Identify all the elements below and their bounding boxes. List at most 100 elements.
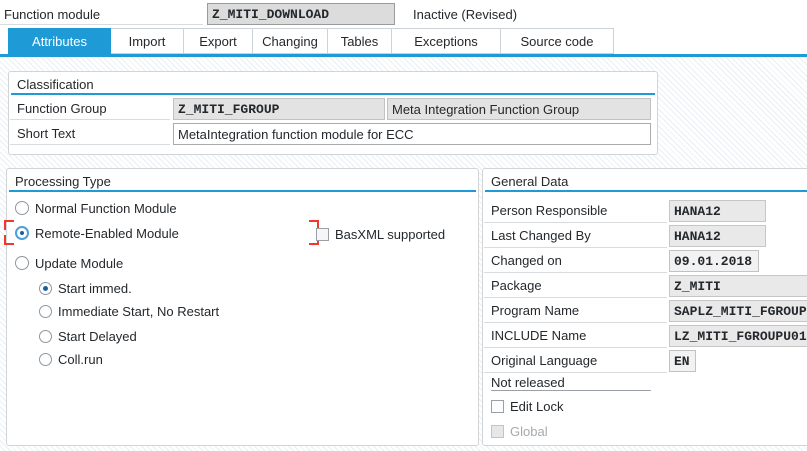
function-group-field[interactable]: Z_MITI_FGROUP bbox=[173, 98, 385, 120]
tab-underline bbox=[0, 54, 807, 57]
original-language-field[interactable]: EN bbox=[669, 350, 696, 372]
checkbox-icon bbox=[491, 425, 504, 438]
function-group-label: Function Group bbox=[17, 101, 107, 116]
radio-label: Normal Function Module bbox=[35, 201, 177, 216]
radio-icon[interactable] bbox=[39, 282, 52, 295]
not-released-text: Not released bbox=[491, 375, 565, 390]
radio-icon[interactable] bbox=[15, 256, 29, 270]
radio-icon[interactable] bbox=[39, 330, 52, 343]
function-module-field[interactable]: Z_MITI_DOWNLOAD bbox=[207, 3, 395, 25]
tab-import[interactable]: Import bbox=[110, 28, 184, 54]
focus-corner bbox=[4, 235, 14, 245]
tab-changing[interactable]: Changing bbox=[252, 28, 328, 54]
classification-title: Classification bbox=[17, 77, 94, 92]
tab-exceptions[interactable]: Exceptions bbox=[391, 28, 501, 54]
program-name-value: SAPLZ_MITI_FGROUP bbox=[674, 304, 807, 319]
row-separator bbox=[484, 322, 667, 323]
general-data-rule bbox=[485, 190, 807, 192]
function-group-description-field[interactable]: Meta Integration Function Group bbox=[387, 98, 651, 120]
processing-type-rule bbox=[9, 190, 476, 192]
include-name-field[interactable]: LZ_MITI_FGROUPU01 bbox=[669, 325, 807, 347]
tab-label: Attributes bbox=[32, 34, 87, 49]
tab-label: Tables bbox=[341, 34, 379, 49]
person-responsible-label: Person Responsible bbox=[491, 203, 607, 218]
tab-label: Import bbox=[129, 34, 166, 49]
row-separator bbox=[484, 247, 667, 248]
last-changed-by-label: Last Changed By bbox=[491, 228, 591, 243]
processing-type-title: Processing Type bbox=[15, 174, 111, 189]
checkbox-icon[interactable] bbox=[316, 228, 329, 241]
radio-icon[interactable] bbox=[39, 305, 52, 318]
radio-icon[interactable] bbox=[39, 353, 52, 366]
radio-update-module[interactable]: Update Module bbox=[15, 254, 123, 272]
top-separator bbox=[0, 24, 203, 25]
radio-label: Coll.run bbox=[58, 352, 103, 367]
global-checkbox: Global bbox=[491, 423, 548, 439]
row-separator bbox=[484, 372, 667, 373]
radio-label: Update Module bbox=[35, 256, 123, 271]
person-responsible-value: HANA12 bbox=[674, 204, 721, 219]
radio-label: Immediate Start, No Restart bbox=[58, 304, 219, 319]
function-module-value: Z_MITI_DOWNLOAD bbox=[212, 7, 329, 22]
checkbox-label: Global bbox=[510, 424, 548, 439]
tab-label: Exceptions bbox=[414, 34, 478, 49]
short-text-field[interactable]: MetaIntegration function module for ECC bbox=[173, 123, 651, 145]
tab-source-code[interactable]: Source code bbox=[500, 28, 614, 54]
package-field[interactable]: Z_MITI bbox=[669, 275, 807, 297]
tab-tables[interactable]: Tables bbox=[327, 28, 392, 54]
not-released-underline bbox=[491, 390, 651, 391]
include-name-label: INCLUDE Name bbox=[491, 328, 586, 343]
radio-normal-function-module[interactable]: Normal Function Module bbox=[15, 199, 177, 217]
radio-label: Start immed. bbox=[58, 281, 132, 296]
focus-corner bbox=[4, 220, 14, 230]
person-responsible-field[interactable]: HANA12 bbox=[669, 200, 766, 222]
basxml-supported-checkbox[interactable]: BasXML supported bbox=[316, 225, 445, 243]
general-data-panel: General Data Person Responsible HANA12 L… bbox=[482, 168, 807, 446]
function-group-description: Meta Integration Function Group bbox=[392, 102, 579, 117]
processing-type-panel: Processing Type Normal Function Module R… bbox=[6, 168, 479, 446]
row-separator bbox=[10, 119, 170, 120]
changed-on-label: Changed on bbox=[491, 253, 562, 268]
radio-label: Start Delayed bbox=[58, 329, 137, 344]
radio-immediate-start-no-restart[interactable]: Immediate Start, No Restart bbox=[39, 302, 219, 320]
last-changed-by-value: HANA12 bbox=[674, 229, 721, 244]
row-separator bbox=[10, 144, 170, 145]
radio-remote-enabled-module[interactable]: Remote-Enabled Module bbox=[15, 224, 179, 242]
general-data-title: General Data bbox=[491, 174, 568, 189]
function-module-label: Function module bbox=[4, 7, 100, 22]
radio-label: Remote-Enabled Module bbox=[35, 226, 179, 241]
radio-coll-run[interactable]: Coll.run bbox=[39, 350, 103, 368]
tab-label: Export bbox=[199, 34, 237, 49]
include-name-value: LZ_MITI_FGROUPU01 bbox=[674, 329, 807, 344]
short-text-label: Short Text bbox=[17, 126, 75, 141]
function-builder-screen: Function module Z_MITI_DOWNLOAD Inactive… bbox=[0, 0, 807, 451]
active-tab-pointer bbox=[47, 49, 63, 55]
changed-on-field[interactable]: 09.01.2018 bbox=[669, 250, 759, 272]
tab-strip: Attributes Import Export Changing Tables… bbox=[9, 28, 614, 54]
row-separator bbox=[484, 297, 667, 298]
function-group-value: Z_MITI_FGROUP bbox=[178, 102, 279, 117]
original-language-value: EN bbox=[674, 354, 690, 369]
tab-label: Source code bbox=[521, 34, 594, 49]
classification-rule bbox=[11, 93, 655, 95]
checkbox-label: BasXML supported bbox=[335, 227, 445, 242]
edit-lock-checkbox[interactable]: Edit Lock bbox=[491, 398, 563, 414]
status-text: Inactive (Revised) bbox=[413, 7, 517, 22]
last-changed-by-field[interactable]: HANA12 bbox=[669, 225, 766, 247]
radio-start-immed[interactable]: Start immed. bbox=[39, 279, 132, 297]
program-name-field[interactable]: SAPLZ_MITI_FGROUP bbox=[669, 300, 807, 322]
radio-start-delayed[interactable]: Start Delayed bbox=[39, 327, 137, 345]
program-name-label: Program Name bbox=[491, 303, 579, 318]
package-label: Package bbox=[491, 278, 542, 293]
checkbox-label: Edit Lock bbox=[510, 399, 563, 414]
changed-on-value: 09.01.2018 bbox=[674, 254, 752, 269]
row-separator bbox=[484, 347, 667, 348]
tab-export[interactable]: Export bbox=[183, 28, 253, 54]
radio-icon[interactable] bbox=[15, 201, 29, 215]
radio-icon[interactable] bbox=[15, 226, 29, 240]
original-language-label: Original Language bbox=[491, 353, 597, 368]
package-value: Z_MITI bbox=[674, 279, 721, 294]
short-text-value: MetaIntegration function module for ECC bbox=[178, 127, 414, 142]
checkbox-icon[interactable] bbox=[491, 400, 504, 413]
row-separator bbox=[484, 222, 667, 223]
